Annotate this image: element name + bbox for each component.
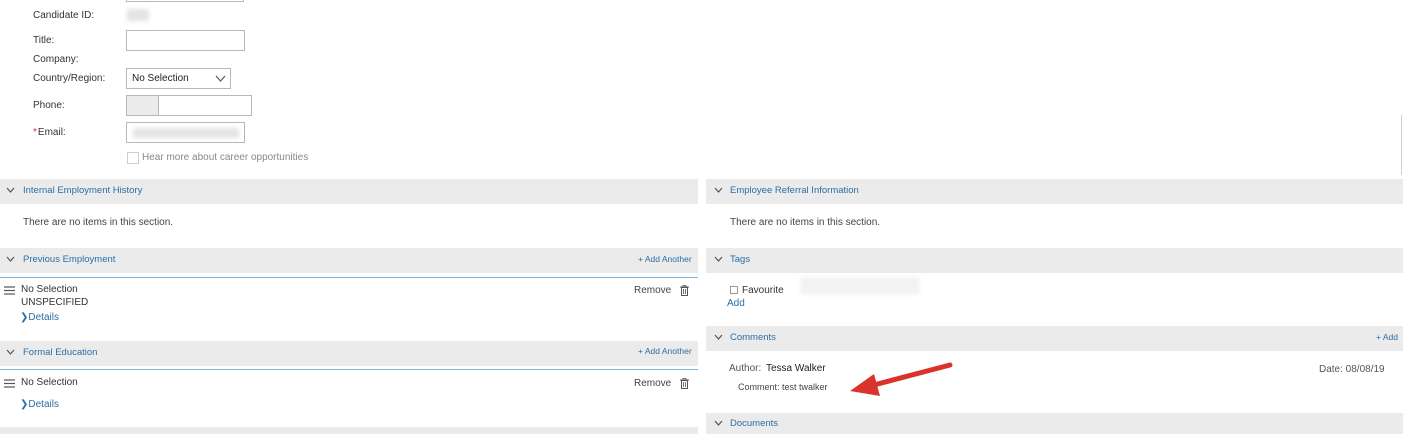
title-label: Title: — [33, 35, 55, 46]
details-link-label: Details — [28, 312, 59, 323]
title-input[interactable] — [126, 30, 245, 51]
section-title: Previous Employment — [23, 254, 116, 265]
email-value-blurred — [133, 128, 239, 138]
phone-number-input[interactable] — [158, 95, 252, 116]
chevron-down-icon — [714, 334, 723, 340]
chevron-down-icon — [6, 187, 15, 193]
chevron-down-icon — [714, 187, 723, 193]
career-opportunities-checkbox[interactable] — [127, 152, 139, 164]
remove-button[interactable]: Remove — [634, 378, 671, 389]
details-link[interactable]: ❯Details — [20, 399, 59, 410]
section-employee-referral-header[interactable]: Employee Referral Information — [706, 179, 1403, 204]
chevron-down-icon — [6, 349, 15, 355]
drag-handle-icon[interactable] — [4, 286, 15, 295]
chevron-down-icon — [215, 75, 226, 82]
section-title: Documents — [730, 418, 779, 429]
career-opportunities-label: Hear more about career opportunities — [142, 152, 309, 163]
favourite-checkbox[interactable] — [730, 286, 738, 294]
add-tag-link[interactable]: Add — [727, 298, 745, 309]
section-tags-header[interactable]: Tags — [706, 248, 1403, 273]
section-title: Comments — [730, 332, 776, 343]
add-another-link[interactable]: + Add Another — [638, 346, 692, 356]
trash-icon[interactable] — [680, 378, 689, 389]
country-select-value: No Selection — [132, 73, 189, 84]
favourite-label: Favourite — [742, 285, 784, 296]
comment-date: Date: 08/08/19 — [1319, 364, 1385, 375]
add-comment-link[interactable]: + Add — [1376, 332, 1398, 342]
section-next-header-partial[interactable] — [0, 427, 698, 434]
section-title: Employee Referral Information — [730, 185, 859, 196]
comment-author-name: Tessa Walker — [766, 363, 826, 374]
section-formal-education-header[interactable]: Formal Education + Add Another — [0, 341, 698, 366]
section-divider — [0, 369, 698, 370]
details-link[interactable]: ❯Details — [20, 312, 59, 323]
section-divider — [0, 277, 698, 278]
chevron-down-icon — [6, 256, 15, 262]
phone-label: Phone: — [33, 100, 65, 111]
empty-section-text: There are no items in this section. — [23, 217, 174, 228]
empty-section-text: There are no items in this section. — [730, 217, 881, 228]
employment-item-secondary: UNSPECIFIED — [21, 297, 89, 308]
section-title: Formal Education — [23, 347, 98, 358]
add-another-link[interactable]: + Add Another — [638, 254, 692, 264]
trash-icon[interactable] — [680, 285, 689, 296]
required-mark: * — [33, 127, 37, 138]
chevron-down-icon — [714, 256, 723, 262]
candidate-id-label: Candidate ID: — [33, 10, 95, 21]
email-label-text: Email: — [37, 127, 66, 138]
section-documents-header[interactable]: Documents — [706, 413, 1403, 434]
details-link-label: Details — [28, 399, 59, 410]
tag-input-blurred — [801, 278, 919, 294]
section-comments-header[interactable]: Comments + Add — [706, 326, 1403, 351]
employment-item-primary: No Selection — [21, 284, 78, 295]
candidate-id-value-blurred — [127, 9, 149, 21]
company-label: Company: — [33, 54, 79, 65]
country-select[interactable]: No Selection — [126, 68, 231, 89]
drag-handle-icon[interactable] — [4, 379, 15, 388]
section-title: Internal Employment History — [23, 185, 143, 196]
section-previous-employment-header[interactable]: Previous Employment + Add Another — [0, 248, 698, 273]
section-title: Tags — [730, 254, 751, 265]
email-input[interactable] — [126, 122, 245, 143]
phone-country-code-input[interactable] — [126, 95, 159, 116]
annotation-arrow-icon — [850, 362, 953, 396]
right-panel-edge — [1401, 115, 1402, 175]
education-item-primary: No Selection — [21, 377, 78, 388]
comment-text: Comment: test twalker — [738, 382, 828, 392]
remove-button[interactable]: Remove — [634, 285, 671, 296]
country-label: Country/Region: — [33, 73, 106, 84]
top-field-partial[interactable] — [126, 0, 244, 2]
email-label: *Email: — [33, 127, 66, 138]
comment-author-label: Author: — [729, 363, 762, 374]
section-internal-employment-header[interactable]: Internal Employment History — [0, 179, 698, 204]
chevron-down-icon — [714, 420, 723, 426]
